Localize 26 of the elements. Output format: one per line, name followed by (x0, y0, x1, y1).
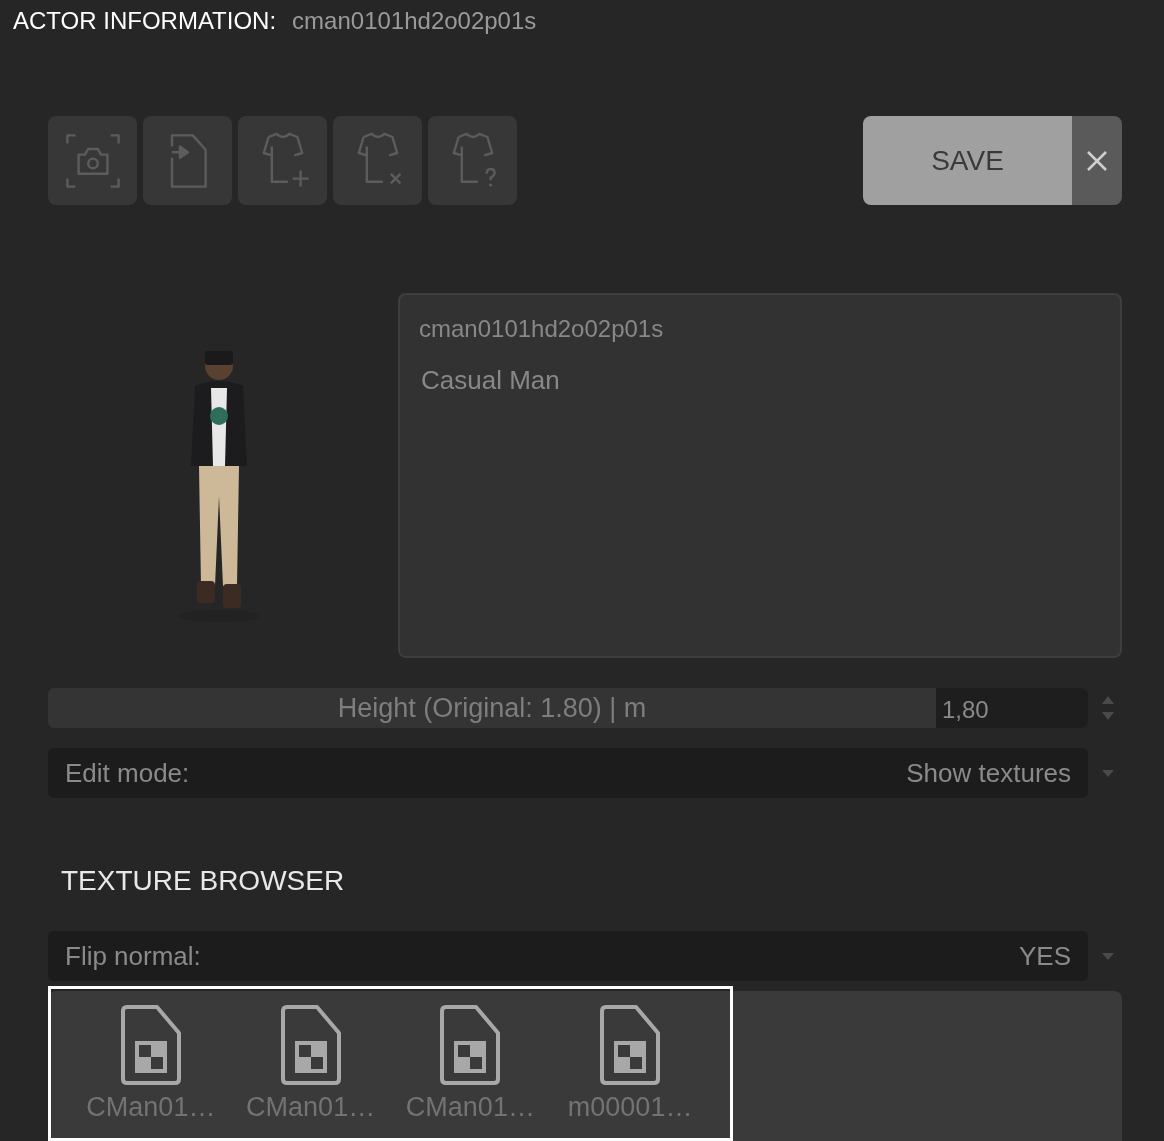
texture-file-icon (278, 1005, 343, 1087)
texture-item[interactable]: CMan01… (230, 1005, 391, 1138)
texture-file-icon (438, 1005, 503, 1087)
toolbar-button[interactable] (143, 116, 232, 205)
texture-item[interactable]: m00001… (550, 1005, 710, 1138)
actor-id: cman0101hd2o02p01s (292, 6, 537, 36)
actor-id: cman0101hd2o02p01s (419, 314, 665, 344)
save-button[interactable]: SAVE (863, 116, 1072, 205)
dropdown-field[interactable]: Edit mode: Show textures (48, 748, 1088, 798)
close-button[interactable] (1072, 116, 1122, 205)
caret-icon[interactable] (1100, 951, 1116, 961)
toolbar-button[interactable] (238, 116, 327, 205)
dropdown-field[interactable]: Flip normal: YES (48, 931, 1088, 981)
texture-file-icon (598, 1005, 663, 1087)
toolbar-button[interactable] (48, 116, 137, 205)
actor-name: Casual Man (420, 364, 561, 397)
height-field[interactable]: Height (Original: 1.80) | m 1,80 (48, 688, 1088, 728)
close-icon (1086, 149, 1108, 172)
texture-item[interactable]: CMan01… (390, 1005, 551, 1138)
caret-icon[interactable] (1100, 768, 1116, 778)
section-title: ACTOR INFORMATION: (13, 6, 277, 36)
section-title: TEXTURE BROWSER (61, 864, 346, 898)
toolbar-button[interactable] (428, 116, 517, 205)
texture-item[interactable]: CMan01… (71, 1005, 231, 1138)
toolbar-button[interactable] (333, 116, 422, 205)
texture-file-icon (118, 1005, 183, 1087)
